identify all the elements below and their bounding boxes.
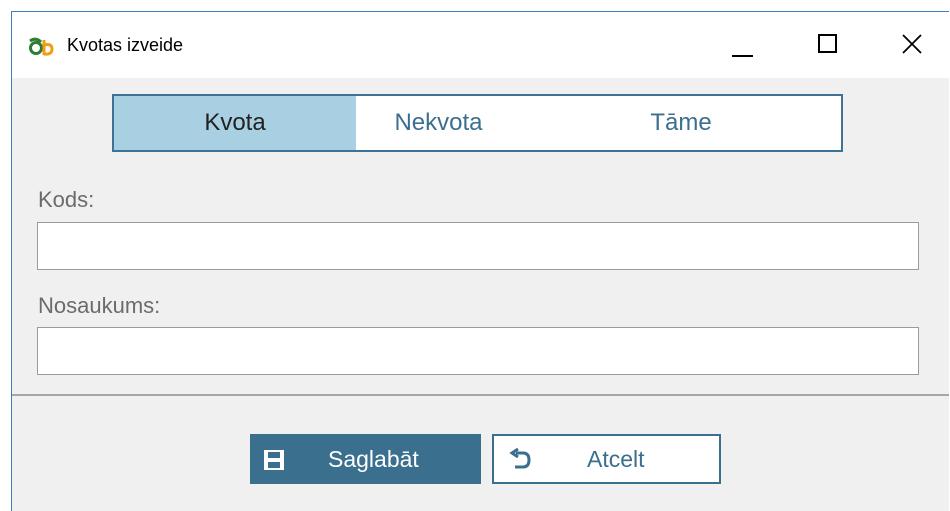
close-icon: [902, 34, 922, 54]
type-tab-bar: Kvota Nekvota Tāme: [112, 94, 843, 152]
window-title: Kvotas izveide: [67, 35, 184, 55]
name-label: Nosaukums:: [38, 293, 161, 318]
cancel-button-label: Atcelt: [587, 445, 645, 472]
app-logo-icon: [29, 37, 54, 56]
footer-divider: [12, 394, 949, 396]
title-bar[interactable]: Kvotas izveide: [12, 12, 949, 78]
floppy-disk-icon: [264, 450, 284, 470]
tab-nekvota[interactable]: Nekvota: [356, 96, 521, 150]
dialog-window: Kvotas izveide Kvota Nekvota Tāme Kods: …: [11, 11, 949, 511]
save-button-label: Saglabāt: [328, 445, 419, 472]
code-input[interactable]: [37, 222, 919, 270]
save-button[interactable]: Saglabāt: [250, 434, 481, 484]
minimize-button[interactable]: [702, 12, 764, 74]
maximize-button[interactable]: [794, 12, 856, 74]
close-button[interactable]: [884, 12, 946, 74]
tab-kvota[interactable]: Kvota: [114, 96, 356, 150]
undo-arrow-icon: [509, 448, 531, 469]
cancel-button[interactable]: Atcelt: [492, 434, 721, 484]
tab-tame[interactable]: Tāme: [521, 96, 841, 150]
code-label: Kods:: [38, 187, 95, 212]
name-input[interactable]: [37, 327, 919, 375]
